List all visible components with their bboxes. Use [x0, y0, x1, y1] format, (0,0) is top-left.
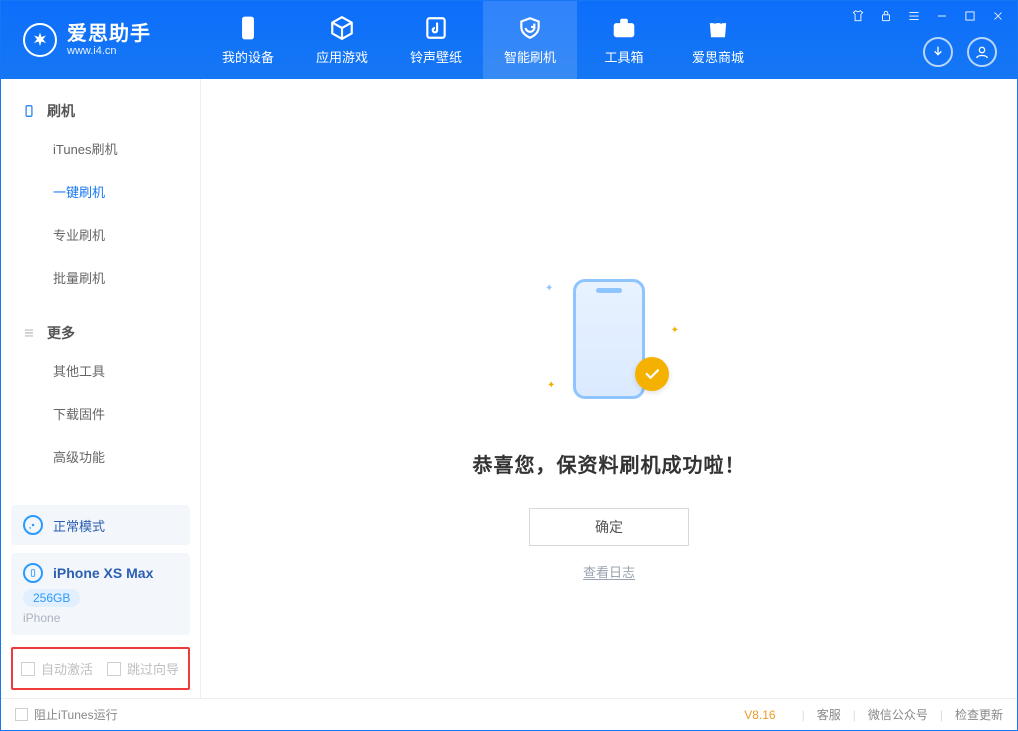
cube-icon [329, 15, 355, 41]
nav-label: 爱思商城 [692, 47, 744, 66]
minimize-icon[interactable] [933, 7, 951, 25]
device-icon [21, 103, 37, 119]
nav-label: 我的设备 [222, 47, 274, 66]
shopping-bag-icon [705, 15, 731, 41]
sidebar-item-pro-flash[interactable]: 专业刷机 [1, 213, 200, 256]
support-link[interactable]: 客服 [817, 706, 841, 723]
group-title: 刷机 [47, 101, 75, 121]
sidebar-item-other-tools[interactable]: 其他工具 [1, 349, 200, 392]
sidebar-item-batch-flash[interactable]: 批量刷机 [1, 256, 200, 299]
check-update-link[interactable]: 检查更新 [955, 706, 1003, 723]
device-phone-icon [23, 563, 43, 583]
close-icon[interactable] [989, 7, 1007, 25]
phone-icon [235, 15, 261, 41]
device-name: iPhone XS Max [53, 565, 153, 581]
sparkle-icon: ✦ [671, 325, 679, 336]
app-name-cn: 爱思助手 [67, 23, 151, 45]
nav-my-device[interactable]: 我的设备 [201, 1, 295, 79]
checkbox-label: 跳过向导 [127, 659, 179, 678]
wechat-link[interactable]: 微信公众号 [868, 706, 928, 723]
checkbox-auto-activate[interactable]: 自动激活 [21, 659, 93, 678]
success-illustration: ✦ ✦ ✦ [539, 269, 679, 409]
group-title: 更多 [47, 323, 75, 343]
nav-apps-games[interactable]: 应用游戏 [295, 1, 389, 79]
main-content: ✦ ✦ ✦ 恭喜您，保资料刷机成功啦！ 确定 查看日志 [201, 79, 1017, 698]
separator: | [853, 708, 856, 722]
view-log-link[interactable]: 查看日志 [583, 562, 635, 581]
check-badge-icon [635, 357, 669, 391]
sidebar-group-flash: 刷机 [1, 91, 200, 127]
header-right-actions [923, 37, 997, 67]
sidebar-bottom: 正常模式 iPhone XS Max 256GB iPhone [1, 501, 200, 643]
checkbox-block-itunes[interactable]: 阻止iTunes运行 [15, 706, 118, 723]
music-note-icon [423, 15, 449, 41]
menu-icon[interactable] [905, 7, 923, 25]
version-label: V8.16 [744, 708, 775, 722]
refresh-shield-icon [517, 15, 543, 41]
sidebar-group-more: 更多 [1, 313, 200, 349]
checkbox-label: 阻止iTunes运行 [34, 706, 118, 723]
checkbox-box-icon [21, 662, 35, 676]
phone-outline-icon [573, 279, 645, 399]
ok-button[interactable]: 确定 [529, 508, 689, 546]
nav-label: 应用游戏 [316, 47, 368, 66]
titlebar-icons [849, 7, 1007, 25]
nav-label: 工具箱 [604, 47, 643, 66]
separator: | [940, 708, 943, 722]
sidebar-item-itunes-flash[interactable]: iTunes刷机 [1, 127, 200, 170]
nav-label: 铃声壁纸 [410, 47, 462, 66]
device-storage-badge: 256GB [23, 589, 80, 607]
toolbox-icon [611, 15, 637, 41]
nav-toolbox[interactable]: 工具箱 [577, 1, 671, 79]
mode-card[interactable]: 正常模式 [11, 505, 190, 545]
app-name-en: www.i4.cn [67, 45, 151, 57]
sparkle-icon: ✦ [547, 380, 555, 391]
separator: | [802, 708, 805, 722]
menu-list-icon [21, 325, 37, 341]
device-card[interactable]: iPhone XS Max 256GB iPhone [11, 553, 190, 635]
checkbox-box-icon [15, 708, 28, 721]
sparkle-icon: ✦ [545, 283, 553, 294]
nav-ringtone-wallpaper[interactable]: 铃声壁纸 [389, 1, 483, 79]
sidebar-item-download-firmware[interactable]: 下载固件 [1, 392, 200, 435]
checkbox-label: 自动激活 [41, 659, 93, 678]
sidebar-item-oneclick-flash[interactable]: 一键刷机 [1, 170, 200, 213]
sidebar-item-advanced[interactable]: 高级功能 [1, 435, 200, 478]
device-type: iPhone [23, 611, 178, 625]
user-account-icon[interactable] [967, 37, 997, 67]
maximize-icon[interactable] [961, 7, 979, 25]
sidebar: 刷机 iTunes刷机 一键刷机 专业刷机 批量刷机 更多 其他工具 下载固件 … [1, 79, 201, 698]
download-button-icon[interactable] [923, 37, 953, 67]
nav-store[interactable]: 爱思商城 [671, 1, 765, 79]
sidebar-scroll: 刷机 iTunes刷机 一键刷机 专业刷机 批量刷机 更多 其他工具 下载固件 … [1, 79, 200, 501]
footer: 阻止iTunes运行 V8.16 | 客服 | 微信公众号 | 检查更新 [1, 698, 1017, 730]
checkbox-skip-guide[interactable]: 跳过向导 [107, 659, 179, 678]
nav-label: 智能刷机 [504, 47, 556, 66]
success-title: 恭喜您，保资料刷机成功啦！ [473, 449, 746, 478]
top-nav: 我的设备 应用游戏 铃声壁纸 智能刷机 工具箱 爱思商城 [201, 1, 765, 79]
lock-icon[interactable] [877, 7, 895, 25]
logo-text: 爱思助手 www.i4.cn [67, 23, 151, 57]
tshirt-icon[interactable] [849, 7, 867, 25]
checkbox-box-icon [107, 662, 121, 676]
app-window: 爱思助手 www.i4.cn 我的设备 应用游戏 铃声壁纸 智能刷机 [0, 0, 1018, 731]
nav-smart-flash[interactable]: 智能刷机 [483, 1, 577, 79]
options-highlight-box: 自动激活 跳过向导 [11, 647, 190, 690]
logo-icon [23, 23, 57, 57]
body: 刷机 iTunes刷机 一键刷机 专业刷机 批量刷机 更多 其他工具 下载固件 … [1, 79, 1017, 698]
logo-area: 爱思助手 www.i4.cn [1, 1, 201, 79]
header: 爱思助手 www.i4.cn 我的设备 应用游戏 铃声壁纸 智能刷机 [1, 1, 1017, 79]
mode-icon [23, 515, 43, 535]
mode-label: 正常模式 [53, 516, 105, 535]
